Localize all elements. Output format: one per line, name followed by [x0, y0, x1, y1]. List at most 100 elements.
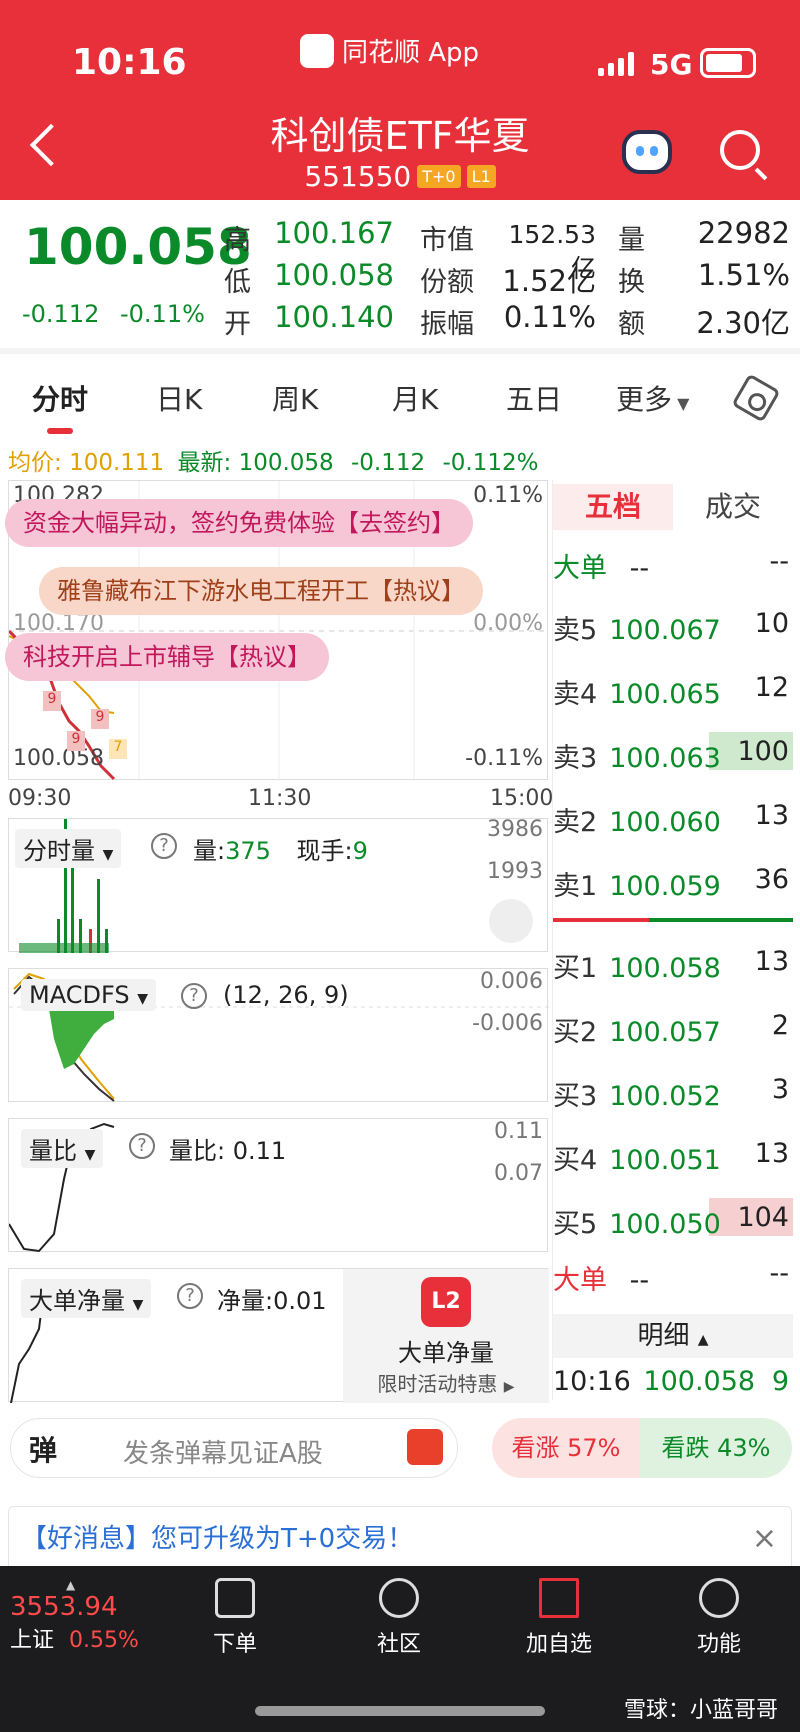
news-banner-1[interactable]: 资金大幅异动，签约免费体验【去签约】: [5, 499, 473, 547]
sell-volume: 10: [754, 608, 789, 639]
status-app: 同花顺 App: [300, 32, 479, 69]
buy-volume: 13: [754, 1138, 789, 1169]
order-book: 五档 成交 大单 -- -- 卖5 100.067 10 卖4 100.065 12 卖3 1…: [552, 480, 793, 1400]
sell-row[interactable]: 卖3 100.063 100: [553, 732, 793, 775]
time-end: 15:00: [490, 786, 554, 811]
help-icon[interactable]: ?: [151, 833, 177, 859]
volume-ratio-panel[interactable]: 量比 ▼ ? 量比: 0.11 0.11 0.07: [8, 1118, 548, 1253]
macd-panel[interactable]: MACDFS ▼ ? (12, 26, 9) 0.006 -0.006: [8, 968, 549, 1102]
chart-marker[interactable]: 9: [43, 691, 61, 711]
buy-row[interactable]: 买3 100.052 3: [553, 1074, 793, 1113]
index-name: 上证: [10, 1628, 55, 1653]
ratio-mid: 0.07: [494, 1161, 543, 1186]
turnover-value: 1.51%: [697, 258, 790, 292]
buy-row[interactable]: 买4 100.051 13: [553, 1138, 793, 1177]
volume-label: 量:: [193, 837, 226, 865]
big-order-label: 大单: [553, 553, 607, 584]
buy-price: 100.057: [609, 1017, 721, 1048]
price-info-line: 均价: 100.111 最新: 100.058 -0.112 -0.112%: [8, 443, 538, 477]
buy-row[interactable]: 买1 100.058 13: [553, 946, 793, 985]
add-watchlist-icon: [539, 1578, 579, 1618]
buy-row[interactable]: 买5 100.050 104: [553, 1198, 793, 1241]
detail-toggle[interactable]: 明细 ▲: [553, 1314, 793, 1358]
settings-icon[interactable]: [731, 373, 781, 423]
tab-weekly-k[interactable]: 周K: [272, 378, 318, 418]
sell-price: 100.060: [609, 807, 721, 838]
tab-monthly-k[interactable]: 月K: [392, 378, 438, 418]
help-icon[interactable]: ?: [177, 1283, 203, 1309]
big-net-panel[interactable]: 大单净量 ▼ ? 净量:0.01 L2 大单净量 限时活动特惠 ▶: [8, 1268, 549, 1403]
fullscreen-icon[interactable]: [489, 899, 533, 943]
detail-row: 10:16 100.058 9: [553, 1366, 793, 1397]
ratio-top: 0.11: [494, 1119, 543, 1144]
nav-add-watchlist[interactable]: 加自选: [504, 1578, 614, 1658]
tab-intraday[interactable]: 分时: [32, 378, 88, 418]
gift-icon[interactable]: [407, 1429, 443, 1465]
volume-value: 22982: [697, 216, 790, 250]
volume-label: 量: [618, 225, 645, 256]
macd-selector[interactable]: MACDFS ▼: [21, 979, 156, 1011]
nav-community[interactable]: 社区: [344, 1578, 454, 1658]
ratio-selector[interactable]: 量比 ▼: [21, 1129, 104, 1168]
volume-panel[interactable]: 分时量 ▼ ? 量:375 现手:9 3986 1993: [8, 817, 548, 953]
tab-trades[interactable]: 成交: [673, 484, 793, 530]
sell-price: 100.065: [609, 679, 721, 710]
time-mid: 11:30: [248, 786, 312, 811]
hand-value: 9: [352, 837, 368, 865]
news-banner-2[interactable]: 雅鲁藏布江下游水电工程开工【热议】: [39, 567, 483, 615]
help-icon[interactable]: ?: [181, 983, 207, 1009]
volume-selector[interactable]: 分时量 ▼: [15, 829, 122, 868]
shares-label: 份额: [420, 267, 474, 298]
sell-label: 卖3: [553, 743, 598, 774]
bullish-button[interactable]: 看涨 57%: [492, 1418, 640, 1478]
network-label: 5G: [650, 48, 693, 81]
nav-functions[interactable]: 功能: [664, 1578, 774, 1658]
bignet-selector-label: 大单净量: [29, 1287, 125, 1315]
robot-assistant-icon[interactable]: [622, 130, 672, 174]
tab-daily-k[interactable]: 日K: [156, 378, 202, 418]
divider: [0, 348, 800, 354]
search-icon[interactable]: [720, 130, 760, 170]
time-start: 09:30: [8, 786, 72, 811]
news-banner-3[interactable]: 科技开启上市辅导【热议】: [5, 633, 329, 681]
help-icon[interactable]: ?: [129, 1133, 155, 1159]
last-label: 最新:: [177, 450, 232, 476]
upgrade-notice[interactable]: 【好消息】您可升级为T+0交易！ ×: [8, 1506, 792, 1570]
index-ticker[interactable]: ▲ 3553.94 上证 0.55%: [10, 1578, 150, 1654]
promo-subtitle: 限时活动特惠 ▶: [343, 1368, 549, 1397]
high-label: 高: [224, 225, 251, 256]
sell-row[interactable]: 卖2 100.060 13: [553, 800, 793, 839]
tab-five-level[interactable]: 五档: [553, 484, 673, 530]
caret-down-icon: ▼: [132, 1297, 144, 1313]
last-value: 100.058: [238, 450, 334, 476]
big-order-dash: --: [629, 553, 650, 584]
buy-row[interactable]: 买2 100.057 2: [553, 1010, 793, 1049]
close-icon[interactable]: ×: [752, 1507, 777, 1571]
chart-low-price: 100.058: [13, 746, 104, 771]
watermark: 雪球：小蓝哥哥: [623, 1698, 778, 1723]
bignet-selector[interactable]: 大单净量 ▼: [21, 1279, 152, 1318]
sell-label: 卖4: [553, 679, 598, 710]
mktcap-label: 市值: [420, 225, 474, 256]
tab-more[interactable]: 更多 ▼: [616, 378, 689, 418]
chart-marker[interactable]: 9: [91, 709, 109, 729]
caret-up-icon: ▲: [697, 1332, 709, 1348]
sell-volume: 13: [754, 800, 789, 831]
app-logo-icon: [300, 33, 334, 68]
amount-label: 额: [618, 309, 645, 340]
ratio-selector-label: 量比: [29, 1137, 77, 1165]
macd-selector-label: MACDFS: [29, 981, 130, 1009]
bearish-button[interactable]: 看跌 43%: [640, 1418, 792, 1478]
sell-row[interactable]: 卖1 100.059 36: [553, 864, 793, 903]
bignet-promo[interactable]: L2 大单净量 限时活动特惠 ▶: [343, 1269, 549, 1403]
danmu-input[interactable]: 弹 发条弹幕见证A股: [10, 1418, 458, 1478]
nav-order[interactable]: 下单: [180, 1578, 290, 1658]
tab-underline: [47, 428, 73, 434]
chart-marker[interactable]: 9: [67, 731, 85, 751]
intraday-chart[interactable]: 100.282 0.11% 100.170 0.00% 100.058 -0.1…: [5, 480, 549, 781]
chart-marker[interactable]: 7: [109, 739, 127, 759]
tab-five-day[interactable]: 五日: [506, 378, 562, 418]
spread-divider: [553, 918, 793, 922]
sell-row[interactable]: 卖5 100.067 10: [553, 608, 793, 647]
sell-row[interactable]: 卖4 100.065 12: [553, 672, 793, 711]
